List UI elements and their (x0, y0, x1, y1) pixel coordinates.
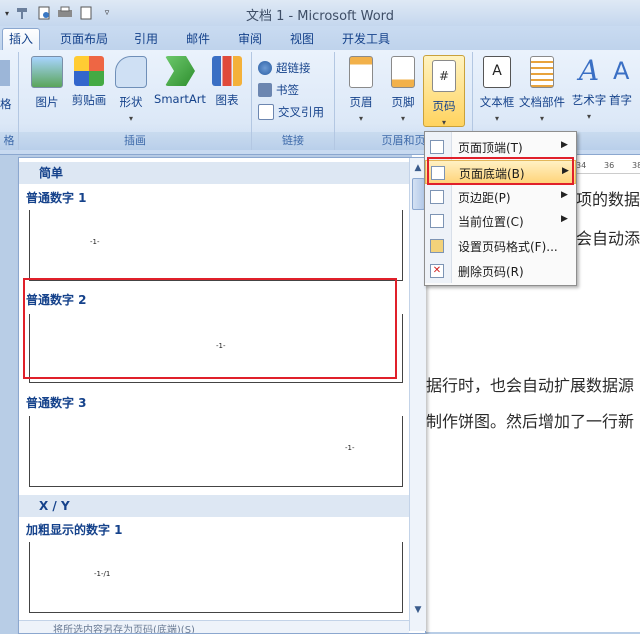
ruler-tick: 36 (604, 161, 615, 170)
menu-item-top-of-page[interactable]: 页面顶端(T) ▶ (425, 135, 576, 159)
gallery-section-header: 简单 (19, 162, 409, 184)
drop-cap-icon: A (613, 57, 630, 85)
footer-button[interactable]: 页脚 ▾ (381, 56, 425, 124)
quick-parts-icon (530, 56, 554, 88)
cross-reference-icon (258, 104, 274, 120)
footer-icon (391, 56, 415, 88)
submenu-arrow-icon: ▶ (562, 166, 569, 176)
group-links: 超链接 书签 交叉引用 链接 (252, 52, 335, 150)
tab-developer[interactable]: 开发工具 (336, 29, 396, 49)
window-title: 文档 1 - Microsoft Word (245, 9, 395, 24)
menu-item-current-position[interactable]: 当前位置(C) ▶ (425, 209, 576, 233)
gallery-item-title: 普通数字 1 (26, 191, 87, 205)
dropdown-arrow-icon: ▾ (586, 112, 591, 121)
tab-references[interactable]: 引用 (128, 29, 164, 49)
doc-text-line: 会自动添 (576, 229, 640, 248)
header-button[interactable]: 页眉 ▾ (339, 56, 383, 124)
wordart-icon: A (578, 54, 600, 87)
smartart-button[interactable]: SmartArt (153, 56, 207, 106)
chart-button[interactable]: 图表 (205, 56, 249, 108)
group-illustrations: 图片 剪贴画 形状 ▾ SmartArt 图表 插画 (19, 52, 252, 150)
page-top-icon (430, 140, 444, 154)
doc-text-line: 制作饼图。然后增加了一行新 (426, 412, 635, 431)
cross-reference-button[interactable]: 交叉引用 (258, 102, 324, 122)
drop-cap-button[interactable]: A 首字 (609, 56, 639, 108)
submenu-arrow-icon: ▶ (561, 190, 568, 200)
submenu-arrow-icon: ▶ (561, 214, 568, 224)
page-number-button[interactable]: # 页码 ▾ (423, 55, 465, 127)
group-label-links: 链接 (252, 132, 334, 150)
menu-item-bottom-of-page[interactable]: 页面底端(B) ▶ (425, 160, 576, 184)
submenu-arrow-icon: ▶ (561, 140, 568, 150)
gallery-item-title: 普通数字 3 (26, 396, 87, 410)
ribbon-tabs: 插入 页面布局 引用 邮件 审阅 视图 开发工具 (0, 26, 640, 51)
wordart-button[interactable]: A 艺术字 ▾ (567, 56, 611, 122)
chart-icon (212, 56, 242, 86)
quick-parts-button[interactable]: 文档部件 ▾ (517, 56, 567, 124)
gallery-item-plain-number-3[interactable]: -1- (29, 416, 403, 487)
remove-page-number-icon: ✕ (430, 264, 444, 278)
bookmark-icon (258, 83, 272, 97)
smartart-icon (165, 56, 195, 86)
tab-page-layout[interactable]: 页面布局 (54, 29, 114, 49)
textbox-icon: A (483, 56, 511, 88)
save-selection-as-page-number[interactable]: 将所选内容另存为页码(底端)(S) (19, 620, 409, 633)
group-label-partial: 格 (0, 132, 18, 150)
dropdown-arrow-icon: ▾ (494, 114, 499, 123)
ruler-tick: 38 (632, 161, 640, 170)
shapes-button[interactable]: 形状 ▾ (109, 56, 153, 124)
picture-icon (31, 56, 63, 88)
dropdown-arrow-icon: ▾ (539, 114, 544, 123)
menu-item-page-margins[interactable]: 页边距(P) ▶ (425, 185, 576, 209)
picture-button[interactable]: 图片 (25, 56, 69, 110)
gallery-section-header: X / Y (19, 495, 409, 517)
gallery-item-plain-number-2[interactable]: -1- (29, 314, 403, 383)
tab-mailings[interactable]: 邮件 (180, 29, 216, 49)
tab-insert[interactable]: 插入 (2, 28, 41, 51)
scroll-down-icon[interactable]: ▼ (410, 602, 426, 618)
doc-text-line: 据行时，也会自动扩展数据源 (426, 376, 635, 395)
format-page-number-icon (430, 239, 444, 253)
clipart-icon (74, 56, 104, 86)
page-margin-icon (430, 190, 444, 204)
partial-button-label: 格 (0, 97, 12, 111)
tab-review[interactable]: 审阅 (232, 29, 268, 49)
bookmark-button[interactable]: 书签 (258, 80, 299, 100)
textbox-button[interactable]: A 文本框 ▾ (475, 56, 519, 124)
page-number-gallery: 简单 普通数字 1 -1- 普通数字 2 -1- 普通数字 3 -1- X / … (18, 157, 426, 634)
menu-item-format-page-numbers[interactable]: 设置页码格式(F)... (425, 234, 576, 258)
gallery-item-plain-number-1[interactable]: -1- (29, 210, 403, 281)
partial-button-icon[interactable] (0, 60, 10, 86)
gallery-item-title: 加粗显示的数字 1 (26, 523, 123, 537)
gallery-item-title: 普通数字 2 (26, 293, 87, 307)
group-label-illustrations: 插画 (19, 132, 251, 150)
hyperlink-icon (258, 61, 272, 75)
current-position-icon (430, 214, 444, 228)
page-number-icon: # (432, 60, 456, 92)
dropdown-arrow-icon: ▾ (128, 114, 133, 123)
title-bar: ▾ ▿ 文档 1 - Microsoft Word (0, 0, 640, 26)
group-partial-left: 格 格 (0, 52, 19, 150)
page-bottom-icon (431, 166, 445, 180)
dropdown-arrow-icon: ▾ (358, 114, 363, 123)
ruler-tick: 34 (576, 161, 587, 170)
doc-text-line: 项的数据 (576, 190, 640, 209)
dropdown-arrow-icon: ▾ (400, 114, 405, 123)
page-number-sample: -1- (216, 342, 226, 350)
page-number-menu: 页面顶端(T) ▶ 页面底端(B) ▶ 页边距(P) ▶ 当前位置(C) ▶ 设… (424, 131, 577, 286)
page-number-sample: -1- (90, 238, 100, 246)
tab-view[interactable]: 视图 (284, 29, 320, 49)
shapes-icon (115, 56, 147, 88)
header-icon (349, 56, 373, 88)
gallery-item-bold-number-1[interactable]: -1-/1 (29, 542, 403, 613)
hyperlink-button[interactable]: 超链接 (258, 58, 311, 78)
page-number-sample: -1- (345, 444, 355, 452)
dropdown-arrow-icon: ▾ (441, 118, 446, 127)
menu-item-remove-page-numbers[interactable]: ✕ 删除页码(R) (425, 259, 576, 283)
page-number-sample: -1-/1 (94, 570, 111, 578)
clipart-button[interactable]: 剪贴画 (67, 56, 111, 108)
